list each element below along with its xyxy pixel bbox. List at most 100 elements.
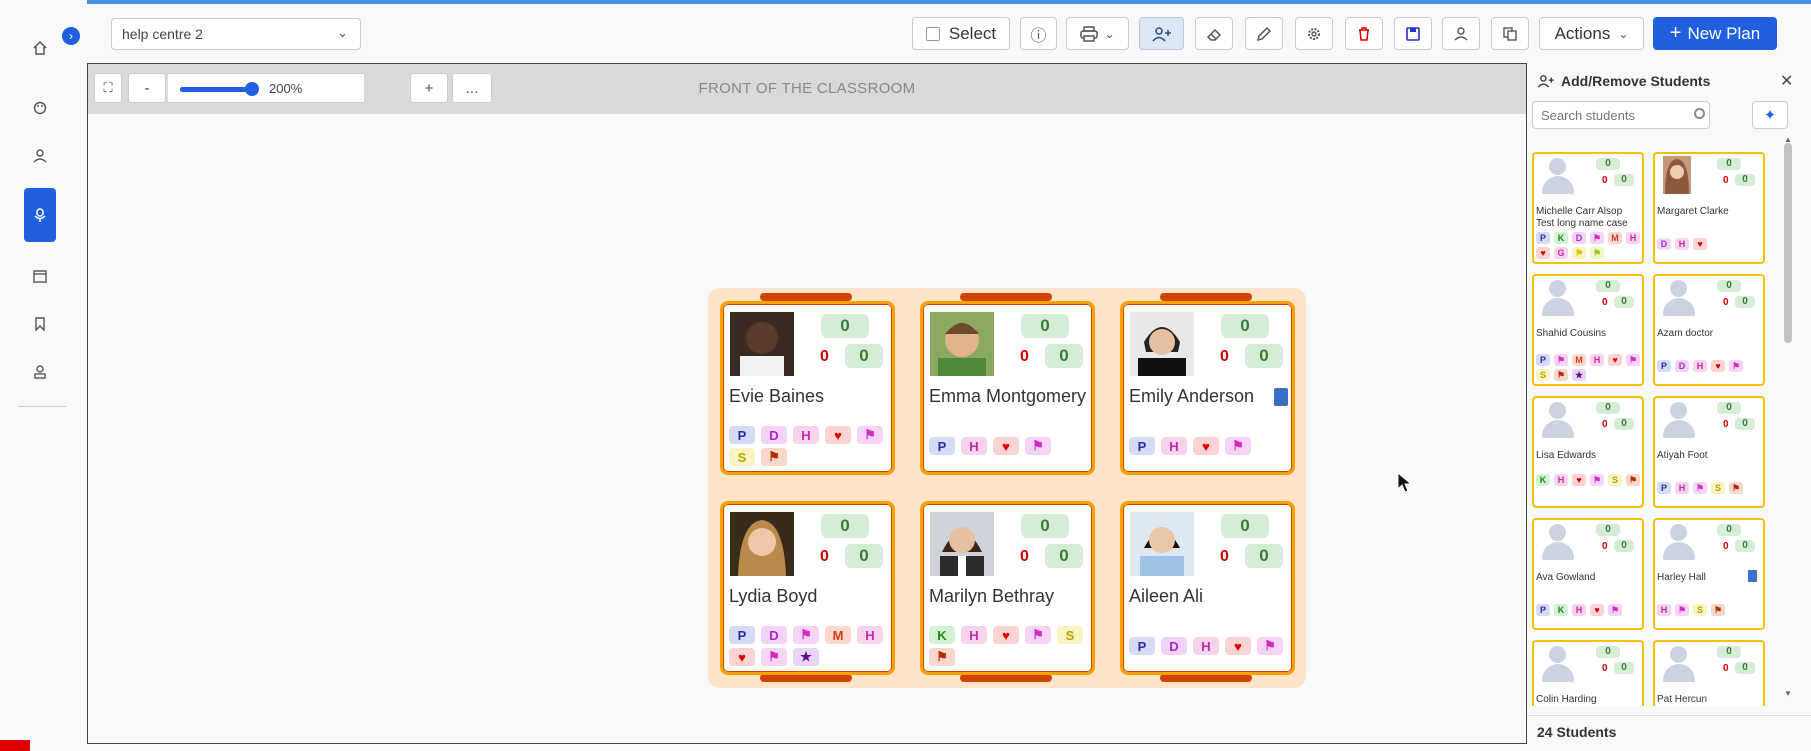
delete-button[interactable] (1345, 17, 1383, 50)
student-card[interactable]: 0 0 0 Margaret Clarke D H ♥ (1653, 152, 1765, 264)
student-desk[interactable]: 0 0 0 Emma Montgomery P H ♥ ⚑ (920, 301, 1095, 475)
star-icon: ★ (1572, 369, 1586, 381)
chevron-down-icon: ⌄ (337, 25, 348, 40)
tag-p: P (1536, 232, 1550, 244)
student-card[interactable]: 0 0 0 Atiyah Foot P H ⚑ S ⚑ (1653, 396, 1765, 508)
home-icon[interactable] (24, 32, 56, 64)
student-name: Evie Baines (729, 386, 825, 406)
zoom-out-label: - (144, 79, 150, 97)
plan-select[interactable]: help centre 2 ⌄ (111, 18, 361, 50)
chevron-right-icon[interactable]: › (62, 27, 80, 45)
student-tags: P D H ♥ ⚑ (1129, 637, 1294, 655)
teacher-icon[interactable] (24, 356, 56, 388)
flag-icon: ⚑ (1554, 354, 1568, 366)
tag-h: H (1554, 474, 1568, 486)
student-desk[interactable]: 0 0 0 Emily Anderson P H ♥ ⚑ (1120, 301, 1295, 475)
tag-p: P (1657, 482, 1671, 494)
scroll-down-icon[interactable]: ▼ (1784, 689, 1792, 698)
student-desk[interactable]: 0 0 0 Aileen Ali P D H ♥ ⚑ (1120, 501, 1295, 675)
heart-icon: ♥ (1711, 360, 1725, 372)
more-options-button[interactable]: ... (452, 73, 492, 103)
student-card[interactable]: 0 0 0 Lisa Edwards K H ♥ ⚑ S ⚑ (1532, 396, 1644, 508)
student-tags: P D H ♥ ⚑ S ⚑ (729, 426, 894, 466)
user-icon[interactable] (24, 140, 56, 172)
select-button[interactable]: Select (912, 17, 1010, 50)
zoom-slider[interactable]: 200% (168, 73, 364, 103)
panel-title: Add/Remove Students (1537, 73, 1710, 89)
classroom-canvas[interactable]: FRONT OF THE CLASSROOM ⛶ - 200% + ... 0 … (87, 63, 1527, 744)
score-negative: 0 (1602, 663, 1608, 674)
student-card[interactable]: 0 0 0 Shahid Cousins P ⚑ M H ♥ ⚑ S ⚑ ★ (1532, 274, 1644, 386)
fullscreen-button[interactable]: ⛶ (94, 73, 122, 103)
score-negative: 0 (1723, 175, 1729, 186)
palette-icon[interactable] (24, 92, 56, 124)
add-remove-students-button[interactable] (1139, 17, 1184, 50)
tag-h: H (961, 437, 987, 455)
panel-scrollbar[interactable]: ▲ ▼ (1784, 135, 1792, 698)
plus-icon: + (1669, 22, 1682, 44)
front-of-classroom-bar: FRONT OF THE CLASSROOM ⛶ - 200% + ... (88, 64, 1526, 114)
document-icon[interactable] (1274, 388, 1288, 406)
calendar-icon[interactable] (24, 260, 56, 292)
tag-h: H (1675, 238, 1689, 250)
tag-s: S (1711, 482, 1725, 494)
save-button[interactable] (1394, 17, 1432, 50)
student-tags: P K H ♥ ⚑ (1536, 604, 1642, 616)
zoom-thumb[interactable] (245, 82, 259, 96)
zoom-out-button[interactable]: - (128, 73, 166, 103)
select-label: Select (948, 23, 997, 43)
avatar-placeholder-icon (1661, 524, 1695, 564)
student-card[interactable]: 0 0 0 Colin Harding (1532, 640, 1644, 706)
magic-wand-button[interactable]: ✦ (1752, 101, 1788, 129)
student-name: Margaret Clarke (1657, 206, 1729, 217)
copy-button[interactable] (1491, 17, 1529, 50)
info-button[interactable]: ⓘ (1020, 17, 1057, 50)
tag-d: D (1675, 360, 1689, 372)
student-desk[interactable]: 0 0 0 Evie Baines P D H ♥ ⚑ S ⚑ (720, 301, 895, 475)
scrollbar-thumb[interactable] (1784, 143, 1792, 343)
student-card[interactable]: 0 0 0 Ava Gowland P K H ♥ ⚑ (1532, 518, 1644, 630)
eraser-button[interactable] (1195, 17, 1233, 50)
score-total: 0 (1021, 514, 1069, 538)
edit-button[interactable] (1245, 17, 1283, 50)
student-card[interactable]: 0 0 0 Pat Hercun (1653, 640, 1765, 706)
student-card[interactable]: 0 0 0 Azam doctor P D H ♥ ⚑ (1653, 274, 1765, 386)
profile-button[interactable] (1442, 17, 1480, 50)
classroom-icon[interactable] (24, 188, 56, 242)
student-card[interactable]: 0 0 0 Michelle Carr Alsop Test long name… (1532, 152, 1644, 264)
search-input[interactable] (1532, 101, 1710, 129)
score-positive: 0 (1735, 662, 1755, 674)
score-negative: 0 (1602, 419, 1608, 430)
search-icon (1694, 108, 1705, 119)
heart-icon: ♥ (825, 426, 851, 444)
student-tags: P H ♥ ⚑ (929, 437, 1094, 455)
bookmark-icon[interactable] (24, 308, 56, 340)
student-card[interactable]: 0 0 0 Harley Hall H ⚑ S ⚑ (1653, 518, 1765, 630)
student-photo (930, 312, 994, 376)
student-count: 24 Students (1527, 715, 1811, 748)
score-positive: 0 (1735, 540, 1755, 552)
desk-group[interactable]: 0 0 0 Evie Baines P D H ♥ ⚑ S ⚑ 0 0 0 Em… (708, 288, 1306, 688)
student-desk[interactable]: 0 0 0 Lydia Boyd P D ⚑ M H ♥ ⚑ ★ (720, 501, 895, 675)
zoom-in-button[interactable]: + (410, 73, 448, 103)
document-icon[interactable] (1748, 570, 1757, 582)
status-indicator (0, 740, 30, 751)
student-desk[interactable]: 0 0 0 Marilyn Bethray K H ♥ ⚑ S ⚑ (920, 501, 1095, 675)
student-tags: P H ⚑ S ⚑ (1657, 482, 1763, 494)
desk-bar (1160, 293, 1252, 301)
actions-button[interactable]: Actions ⌄ (1539, 17, 1644, 50)
chevron-down-icon: ⌄ (1104, 26, 1115, 41)
tag-s: S (1693, 604, 1707, 616)
score-positive: 0 (1045, 344, 1083, 368)
score-total: 0 (1717, 280, 1741, 292)
score-total: 0 (1596, 280, 1620, 292)
settings-button[interactable] (1295, 17, 1333, 50)
score-positive: 0 (1045, 544, 1083, 568)
student-photo (1130, 312, 1194, 376)
save-icon (1406, 26, 1420, 41)
close-icon[interactable]: ✕ (1780, 71, 1793, 91)
print-button[interactable]: ⌄ (1066, 17, 1129, 50)
score-negative: 0 (1723, 297, 1729, 308)
new-plan-button[interactable]: + New Plan (1653, 17, 1777, 50)
select-checkbox[interactable] (925, 26, 940, 41)
